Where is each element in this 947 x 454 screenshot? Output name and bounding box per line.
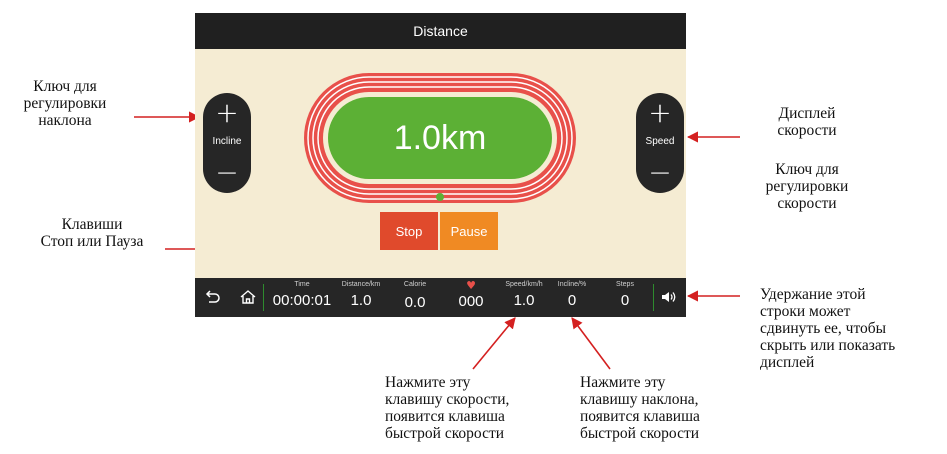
stat-label: Steps [616, 281, 634, 288]
stat-value: 1.0 [350, 292, 372, 309]
annotation-line: появится клавиша [580, 408, 700, 425]
speed-label: Speed [645, 136, 675, 147]
stat-value: 00:00:01 [272, 292, 332, 309]
annotation-line: скорости [777, 195, 837, 212]
stat-value: 0 [567, 292, 577, 309]
annotation-line: быстрой скорости [580, 425, 700, 442]
stat-label: Incline/% [557, 281, 587, 288]
annotation-line: Ключ для [775, 161, 839, 178]
distance-display: 1.0km [393, 119, 487, 157]
speed-plus-button[interactable]: + [636, 99, 684, 127]
home-icon[interactable] [239, 288, 257, 306]
annotation-line: дисплей [760, 354, 815, 371]
stat-value: 1.0 [513, 292, 535, 309]
annotation-speed-key: Ключ для регулировки скорости [745, 161, 869, 212]
annotation-line: появится клавиша [385, 408, 505, 425]
annotation-incline-quick: Нажмите эту клавишу наклона, появится кл… [580, 374, 770, 442]
runner-marker [436, 193, 444, 201]
annotation-line: строки может [760, 303, 851, 320]
annotation-line: сдвинуть ее, чтобы [760, 320, 887, 337]
annotation-line: регулировки [23, 95, 107, 112]
annotation-line: Нажмите эту [580, 374, 666, 391]
stat-speed[interactable]: Speed/km/h 1.0 [499, 281, 549, 311]
annotation-incline-key: Ключ для регулировки наклона [3, 78, 127, 129]
annotation-line: Клавиши [61, 216, 123, 233]
stat-value: 0 [620, 292, 630, 309]
annotation-line: Ключ для [33, 78, 97, 95]
annotation-hold-bar: Удержание этой строки может сдвинуть ее,… [760, 286, 940, 371]
page-title: Distance [413, 23, 468, 39]
stat-steps: Steps 0 [605, 281, 645, 311]
arrow-incline-quick [571, 317, 611, 370]
stat-heart-rate: ♥ 000 [451, 279, 491, 312]
stat-label: Time [294, 281, 310, 288]
annotation-line: Нажмите эту [385, 374, 471, 391]
annotation-line: скрыть или показать [760, 337, 896, 354]
treadmill-screen: Distance + Incline − + Speed − 1.0km Sto… [195, 13, 686, 317]
annotation-line: регулировки [765, 178, 849, 195]
stat-value: 0.0 [404, 294, 426, 311]
heart-icon: ♥ [466, 279, 476, 292]
stat-value: 000 [458, 293, 484, 310]
bar-divider-right [653, 284, 654, 311]
stat-label: Speed/km/h [505, 281, 543, 288]
bar-divider-left [263, 284, 264, 311]
stat-label: Distance/km [341, 281, 381, 288]
annotation-line: клавишу наклона, [580, 391, 699, 408]
stat-distance: Distance/km 1.0 [338, 281, 384, 311]
annotation-stop-pause: Клавиши Стоп или Пауза [22, 216, 162, 250]
stat-calorie: Calorie 0.0 [395, 281, 435, 313]
stop-button[interactable]: Stop [380, 212, 438, 250]
annotation-speed-quick: Нажмите эту клавишу скорости, появится к… [385, 374, 575, 442]
incline-control: + Incline − [203, 93, 251, 193]
incline-minus-button[interactable]: − [203, 159, 251, 187]
stat-incline[interactable]: Incline/% 0 [552, 281, 592, 311]
pause-button[interactable]: Pause [440, 212, 498, 250]
stat-time: Time 00:00:01 [267, 281, 337, 311]
annotation-line: быстрой скорости [385, 425, 505, 442]
annotation-line: Стоп или Пауза [40, 233, 144, 250]
speed-control: + Speed − [636, 93, 684, 193]
annotation-line: Удержание этой [760, 286, 866, 303]
arrow-speed-quick [472, 317, 516, 370]
stat-label: Calorie [403, 281, 427, 288]
annotation-speed-display: Дисплей скорости [752, 105, 862, 139]
volume-icon[interactable] [660, 288, 678, 306]
bottom-status-bar[interactable]: Time 00:00:01 Distance/km 1.0 Calorie 0.… [195, 278, 686, 317]
back-icon[interactable] [203, 288, 221, 306]
annotation-line: наклона [38, 112, 92, 129]
annotation-line: клавишу скорости, [385, 391, 510, 408]
annotation-line: Дисплей [778, 105, 836, 122]
incline-plus-button[interactable]: + [203, 99, 251, 127]
title-bar: Distance [195, 13, 686, 49]
annotation-line: скорости [777, 122, 837, 139]
speed-minus-button[interactable]: − [636, 159, 684, 187]
incline-label: Incline [212, 136, 242, 147]
